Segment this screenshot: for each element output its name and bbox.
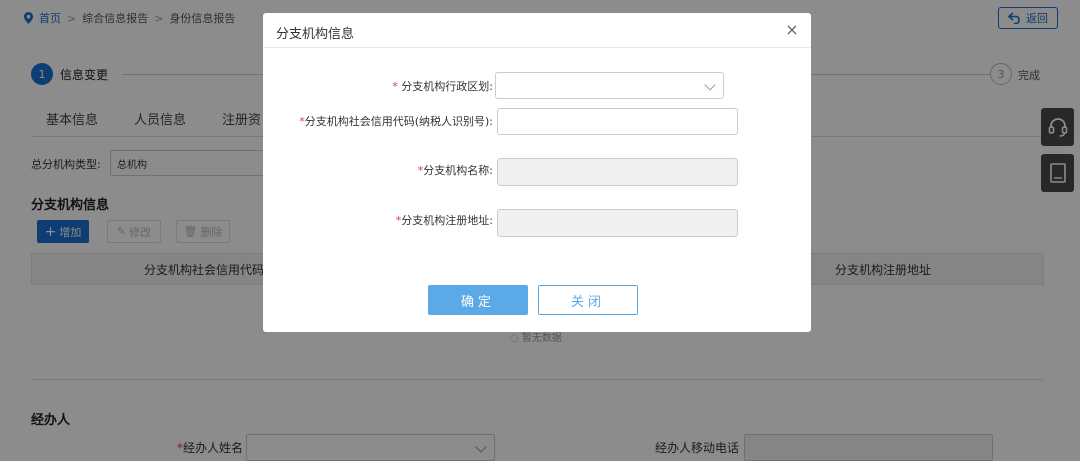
admin-division-select[interactable]	[495, 72, 724, 99]
modal-title: 分支机构信息	[276, 27, 355, 42]
branch-name-label: *分支机构名称:	[353, 162, 493, 178]
credit-code-input[interactable]	[497, 108, 738, 135]
admin-division-label: * 分支机构行政区划:	[383, 78, 493, 94]
registered-address-label-text: 分支机构注册地址:	[401, 214, 493, 227]
required-mark: *	[392, 80, 398, 93]
credit-code-label-text: 分支机构社会信用代码(纳税人识别号):	[304, 115, 493, 128]
branch-name-label-text: 分支机构名称:	[423, 164, 493, 177]
confirm-button[interactable]: 确定	[428, 285, 528, 315]
credit-code-label: *分支机构社会信用代码(纳税人识别号):	[293, 111, 493, 133]
branch-info-modal: 分支机构信息 × * 分支机构行政区划: *分支机构社会信用代码(纳税人识别号)…	[263, 13, 811, 332]
admin-division-label-text: 分支机构行政区划:	[401, 80, 493, 93]
close-icon[interactable]: ×	[784, 22, 800, 38]
close-button[interactable]: 关闭	[538, 285, 638, 315]
registered-address-label: *分支机构注册地址:	[323, 212, 493, 228]
branch-name-input	[497, 158, 738, 186]
chevron-down-icon	[704, 79, 716, 91]
registered-address-input	[497, 209, 738, 237]
